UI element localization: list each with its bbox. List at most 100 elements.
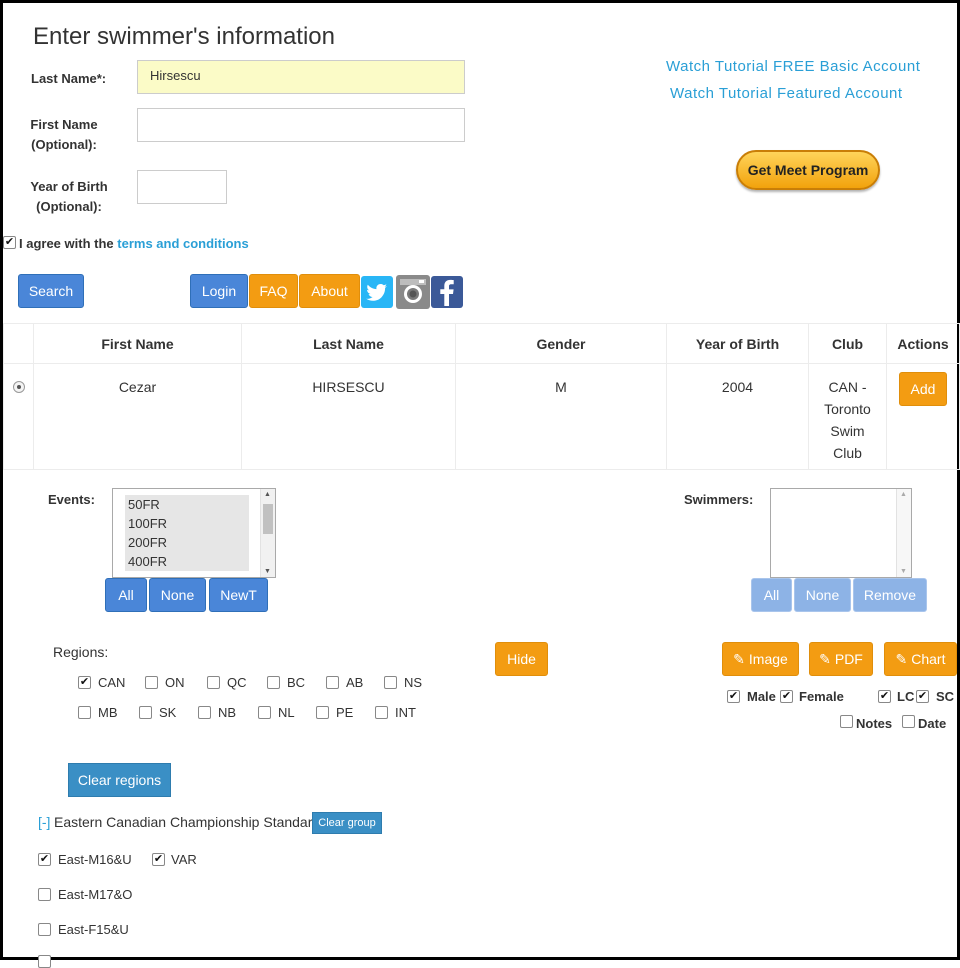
page-title: Enter swimmer's information [33, 23, 335, 50]
male-label: Male [747, 689, 776, 704]
region-label: CAN [98, 675, 126, 690]
pdf-button[interactable]: ✎ PDF [809, 642, 873, 676]
region-label: AB [346, 675, 364, 690]
agree-row: I agree with the terms and conditions [19, 236, 249, 251]
agree-text: I agree with the [19, 236, 114, 251]
region-checkbox-nb[interactable] [198, 706, 211, 719]
row-yob: 2004 [666, 363, 809, 470]
hide-button[interactable]: Hide [495, 642, 548, 676]
region-label: NL [278, 705, 295, 720]
group-item-checkbox[interactable] [38, 923, 51, 936]
tutorial-featured-link[interactable]: Watch Tutorial Featured Account [670, 85, 903, 102]
sc-label: SC [936, 689, 955, 704]
region-checkbox-ns[interactable] [384, 676, 397, 689]
female-checkbox[interactable]: ✔ [780, 690, 793, 703]
region-label: NB [218, 705, 237, 720]
row-club: CAN - Toronto Swim Club [808, 363, 887, 470]
row-club-line: CAN - [828, 379, 867, 395]
facebook-icon[interactable] [431, 276, 463, 308]
event-option[interactable]: 50FR [125, 495, 249, 514]
region-checkbox-sk[interactable] [139, 706, 152, 719]
get-meet-program-button[interactable]: Get Meet Program [736, 150, 880, 190]
terms-link[interactable]: terms and conditions [117, 236, 248, 251]
row-actions: Add [886, 363, 960, 470]
region-label: BC [287, 675, 306, 690]
image-button[interactable]: ✎ Image [722, 642, 799, 676]
region-checkbox-nl[interactable] [258, 706, 271, 719]
region-checkbox-mb[interactable] [78, 706, 91, 719]
chart-button[interactable]: ✎ Chart [884, 642, 957, 676]
row-club-line: Club [833, 445, 862, 461]
image-button-label: Image [748, 651, 788, 667]
group-item-label: East-M17&O [58, 887, 133, 902]
table-header-row: First Name Last Name Gender Year of Birt… [3, 323, 960, 364]
events-listbox[interactable]: 50FR 100FR 200FR 400FR ▲ ▼ [112, 488, 276, 578]
event-option[interactable]: 400FR [125, 552, 249, 571]
notes-checkbox[interactable] [840, 715, 853, 728]
tutorial-basic-link[interactable]: Watch Tutorial FREE Basic Account [666, 58, 920, 75]
swimmers-none-button[interactable]: None [794, 578, 851, 612]
event-option[interactable]: 100FR [125, 514, 249, 533]
group-item-checkbox[interactable]: ✔ [38, 853, 51, 866]
add-button[interactable]: Add [898, 372, 948, 406]
events-newt-button[interactable]: NewT [209, 578, 268, 612]
last-name-input[interactable]: Hirsescu [137, 60, 465, 94]
swimmers-label: Swimmers: [684, 492, 754, 507]
table-row: Cezar HIRSESCU M 2004 CAN - Toronto Swim… [3, 363, 960, 470]
row-club-line: Swim [830, 423, 865, 439]
region-checkbox-pe[interactable] [316, 706, 329, 719]
group-toggle[interactable]: [-] [38, 814, 50, 830]
event-option[interactable]: 200FR [125, 533, 249, 552]
region-label: PE [336, 705, 354, 720]
region-checkbox-can[interactable]: ✔ [78, 676, 91, 689]
yob-input[interactable] [137, 170, 227, 204]
row-last-name: HIRSESCU [241, 363, 456, 470]
group-item-label: VAR [171, 852, 197, 867]
login-button[interactable]: Login [190, 274, 248, 308]
pencil-icon: ✎ [895, 650, 908, 667]
about-button[interactable]: About [299, 274, 360, 308]
group-item-checkbox[interactable] [38, 955, 51, 968]
swimmers-all-button[interactable]: All [751, 578, 792, 612]
swimmers-scrollbar[interactable]: ▲ ▼ [896, 489, 911, 577]
search-button[interactable]: Search [18, 274, 84, 308]
swimmers-listbox[interactable]: ▲ ▼ [770, 488, 912, 578]
swimmers-remove-button[interactable]: Remove [853, 578, 927, 612]
clear-regions-button[interactable]: Clear regions [68, 763, 171, 797]
first-name-label-line1: First Name [30, 117, 98, 132]
yob-label: Year of Birth (Optional): [21, 177, 117, 217]
row-select-radio[interactable] [12, 381, 25, 393]
table-header-select [3, 323, 34, 364]
twitter-icon[interactable] [361, 276, 393, 308]
lc-label: LC [897, 689, 915, 704]
events-all-button[interactable]: All [105, 578, 147, 612]
first-name-input[interactable] [137, 108, 465, 142]
pdf-button-label: PDF [834, 651, 863, 667]
sc-checkbox[interactable]: ✔ [916, 690, 929, 703]
region-checkbox-on[interactable] [145, 676, 158, 689]
region-label: MB [98, 705, 118, 720]
region-checkbox-ab[interactable] [326, 676, 339, 689]
group-item-checkbox[interactable] [38, 888, 51, 901]
date-checkbox[interactable] [902, 715, 915, 728]
group-item-label: East-F15&U [58, 922, 129, 937]
row-club-line: Toronto [824, 401, 871, 417]
regions-label: Regions: [53, 644, 109, 660]
clear-group-button[interactable]: Clear group [312, 812, 382, 834]
yob-label-line1: Year of Birth [30, 179, 108, 194]
agree-checkbox[interactable]: ✔ [3, 236, 16, 249]
faq-button[interactable]: FAQ [249, 274, 298, 308]
female-label: Female [799, 689, 844, 704]
instagram-icon[interactable] [396, 275, 430, 309]
region-checkbox-bc[interactable] [267, 676, 280, 689]
events-scrollbar[interactable]: ▲ ▼ [260, 489, 275, 577]
table-header-last-name: Last Name [241, 323, 456, 364]
region-checkbox-int[interactable] [375, 706, 388, 719]
group-item-label: East-M16&U [58, 852, 132, 867]
region-checkbox-qc[interactable] [207, 676, 220, 689]
male-checkbox[interactable]: ✔ [727, 690, 740, 703]
lc-checkbox[interactable]: ✔ [878, 690, 891, 703]
events-none-button[interactable]: None [149, 578, 206, 612]
events-label: Events: [48, 492, 95, 507]
group-item-checkbox[interactable]: ✔ [152, 853, 165, 866]
